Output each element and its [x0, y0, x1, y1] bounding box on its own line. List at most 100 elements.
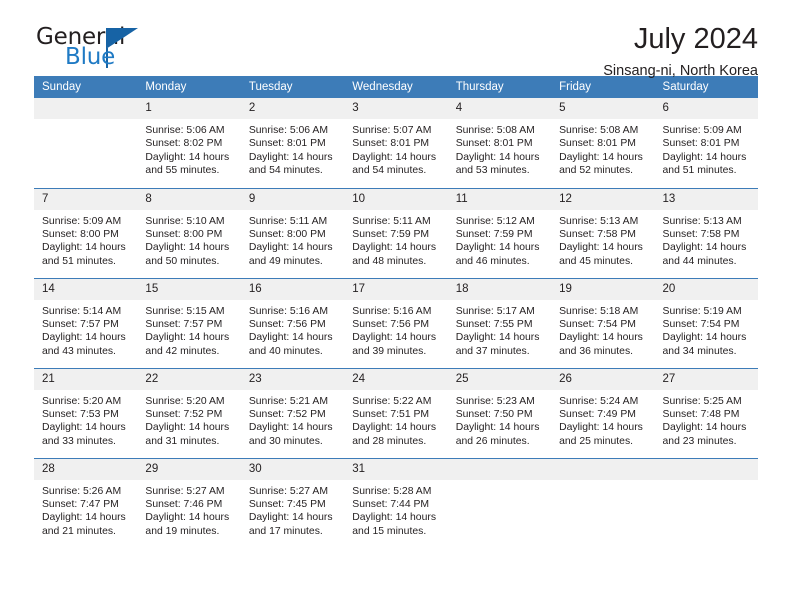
page-title: July 2024 [633, 23, 758, 55]
calendar-day-cell[interactable]: 14 Sunrise: 5:14 AM Sunset: 7:57 PM Dayligh… [34, 277, 138, 368]
daylight-text-line1: Daylight: 14 hours [145, 332, 230, 344]
sunrise-text: Sunrise: 5:19 AM [662, 305, 742, 317]
calendar-week-row: 1 Sunrise: 5:06 AM Sunset: 8:02 PM Daylight… [34, 98, 758, 188]
day-cell-content: 2 Sunrise: 5:06 AM Sunset: 8:01 PM Daylight… [240, 98, 345, 188]
day-number: 19 [551, 278, 655, 300]
day-number [551, 458, 655, 480]
daylight-text-line2: and 36 minutes. [559, 345, 634, 357]
calendar-day-cell[interactable]: 12 Sunrise: 5:13 AM Sunset: 7:58 PM Dayligh… [551, 187, 655, 278]
sunset-text: Sunset: 7:58 PM [559, 228, 636, 240]
day-details: Sunrise: 5:09 AM Sunset: 8:00 PM Daylight:… [34, 210, 137, 269]
sunrise-text: Sunrise: 5:14 AM [42, 305, 122, 317]
daylight-text-line1: Daylight: 14 hours [559, 242, 643, 254]
day-details: Sunrise: 5:19 AM Sunset: 7:54 PM Daylight:… [655, 300, 758, 359]
sunset-text: Sunset: 8:00 PM [42, 228, 119, 240]
day-details: Sunrise: 5:13 AM Sunset: 7:58 PM Daylight:… [551, 210, 654, 269]
day-cell-content: 28 Sunrise: 5:26 AM Sunset: 7:47 PM Dayligh… [34, 458, 138, 549]
sunrise-text: Sunrise: 5:20 AM [145, 395, 225, 407]
calendar-day-cell[interactable]: 20 Sunrise: 5:19 AM Sunset: 7:54 PM Dayligh… [654, 277, 758, 368]
sunrise-text: Sunrise: 5:26 AM [42, 485, 122, 497]
day-number: 23 [240, 368, 345, 390]
calendar-day-cell[interactable]: 31 Sunrise: 5:28 AM Sunset: 7:44 PM Dayligh… [344, 457, 448, 548]
day-cell-content: 21 Sunrise: 5:20 AM Sunset: 7:53 PM Dayligh… [34, 368, 138, 458]
daylight-text-line1: Daylight: 14 hours [559, 422, 643, 434]
sunrise-text: Sunrise: 5:10 AM [145, 215, 225, 227]
calendar-day-cell[interactable]: 29 Sunrise: 5:27 AM Sunset: 7:46 PM Dayligh… [137, 457, 241, 548]
daylight-text-line1: Daylight: 14 hours [352, 332, 437, 344]
sunset-text: Sunset: 7:56 PM [248, 318, 326, 330]
day-cell-content: 7 Sunrise: 5:09 AM Sunset: 8:00 PM Daylight… [34, 188, 138, 278]
sunrise-text: Sunrise: 5:08 AM [455, 125, 535, 136]
calendar-day-cell[interactable]: 23 Sunrise: 5:21 AM Sunset: 7:52 PM Dayligh… [240, 367, 345, 458]
calendar-day-cell[interactable]: 25 Sunrise: 5:23 AM Sunset: 7:50 PM Dayligh… [447, 367, 552, 458]
calendar-day-cell[interactable]: 15 Sunrise: 5:15 AM Sunset: 7:57 PM Dayligh… [137, 277, 241, 368]
sunset-text: Sunset: 7:54 PM [559, 318, 636, 330]
calendar-day-cell[interactable]: 17 Sunrise: 5:16 AM Sunset: 7:56 PM Dayligh… [344, 277, 448, 368]
sunset-text: Sunset: 8:01 PM [662, 138, 740, 150]
calendar-day-cell[interactable]: 22 Sunrise: 5:20 AM Sunset: 7:52 PM Dayligh… [137, 367, 241, 458]
sunset-text: Sunset: 8:01 PM [248, 138, 326, 150]
calendar-day-cell[interactable]: 11 Sunrise: 5:12 AM Sunset: 7:59 PM Dayligh… [447, 187, 552, 278]
daylight-text-line1: Daylight: 14 hours [455, 151, 540, 163]
calendar-day-cell[interactable]: 16 Sunrise: 5:16 AM Sunset: 7:56 PM Dayligh… [240, 277, 345, 368]
day-details: Sunrise: 5:27 AM Sunset: 7:46 PM Daylight:… [137, 480, 240, 539]
calendar-day-cell[interactable]: 26 Sunrise: 5:24 AM Sunset: 7:49 PM Dayligh… [551, 367, 655, 458]
daylight-text-line2: and 19 minutes. [145, 525, 220, 537]
daylight-text-line1: Daylight: 14 hours [145, 512, 230, 524]
calendar-day-cell[interactable]: 24 Sunrise: 5:22 AM Sunset: 7:51 PM Dayligh… [344, 367, 448, 458]
day-number: 15 [137, 278, 241, 300]
calendar-day-cell[interactable]: 7 Sunrise: 5:09 AM Sunset: 8:00 PM Daylight… [34, 187, 138, 278]
day-number: 24 [344, 368, 448, 390]
day-cell-content: 26 Sunrise: 5:24 AM Sunset: 7:49 PM Dayligh… [551, 368, 655, 458]
sunset-text: Sunset: 7:52 PM [145, 408, 223, 420]
day-number: 10 [344, 188, 448, 210]
sunrise-text: Sunrise: 5:24 AM [559, 395, 639, 407]
calendar-day-cell[interactable]: 3 Sunrise: 5:07 AM Sunset: 8:01 PM Daylight… [344, 98, 448, 188]
calendar-page: General Blue July 2024 Sinsang-ni, North… [0, 0, 792, 612]
calendar-day-cell[interactable]: 28 Sunrise: 5:26 AM Sunset: 7:47 PM Dayligh… [34, 457, 138, 549]
daylight-text-line2: and 34 minutes. [662, 345, 737, 357]
calendar-day-cell[interactable]: 6 Sunrise: 5:09 AM Sunset: 8:01 PM Daylight… [654, 98, 758, 188]
day-details: Sunrise: 5:13 AM Sunset: 7:58 PM Daylight:… [655, 210, 758, 269]
calendar-day-cell[interactable]: 27 Sunrise: 5:25 AM Sunset: 7:48 PM Dayligh… [654, 367, 758, 458]
day-number: 17 [344, 278, 448, 300]
daylight-text-line2: and 21 minutes. [42, 525, 116, 537]
calendar-day-cell[interactable]: 21 Sunrise: 5:20 AM Sunset: 7:53 PM Dayligh… [34, 367, 138, 458]
day-number: 20 [654, 278, 758, 300]
calendar-day-cell[interactable]: 13 Sunrise: 5:13 AM Sunset: 7:58 PM Dayligh… [654, 187, 758, 278]
calendar-day-cell[interactable]: 10 Sunrise: 5:11 AM Sunset: 7:59 PM Dayligh… [344, 187, 448, 278]
calendar-day-cell[interactable]: 8 Sunrise: 5:10 AM Sunset: 8:00 PM Daylight… [137, 187, 241, 278]
sunset-text: Sunset: 8:02 PM [145, 138, 223, 150]
daylight-text-line1: Daylight: 14 hours [145, 242, 230, 254]
sunrise-text: Sunrise: 5:06 AM [248, 125, 328, 136]
weekday-header-sunday: Sunday [34, 76, 138, 98]
daylight-text-line2: and 48 minutes. [352, 255, 427, 267]
daylight-text-line2: and 33 minutes. [42, 435, 116, 447]
calendar-day-cell[interactable]: 5 Sunrise: 5:08 AM Sunset: 8:01 PM Daylight… [551, 98, 655, 188]
daylight-text-line1: Daylight: 14 hours [42, 512, 126, 524]
sunrise-text: Sunrise: 5:08 AM [559, 125, 639, 136]
calendar-day-cell[interactable]: 1 Sunrise: 5:06 AM Sunset: 8:02 PM Daylight… [137, 98, 241, 188]
day-cell-content [551, 458, 655, 549]
daylight-text-line2: and 50 minutes. [145, 255, 220, 267]
general-blue-logo[interactable]: General Blue [34, 24, 154, 72]
day-details: Sunrise: 5:12 AM Sunset: 7:59 PM Daylight:… [448, 210, 551, 269]
sunrise-text: Sunrise: 5:16 AM [352, 305, 432, 317]
calendar-day-cell[interactable]: 19 Sunrise: 5:18 AM Sunset: 7:54 PM Dayligh… [551, 277, 655, 368]
calendar-day-cell[interactable]: 2 Sunrise: 5:06 AM Sunset: 8:01 PM Daylight… [240, 98, 345, 188]
calendar-week-row: 28 Sunrise: 5:26 AM Sunset: 7:47 PM Dayligh… [34, 457, 758, 549]
day-number: 7 [34, 188, 138, 210]
sunrise-text: Sunrise: 5:28 AM [352, 485, 432, 497]
calendar-day-cell[interactable]: 4 Sunrise: 5:08 AM Sunset: 8:01 PM Daylight… [447, 98, 552, 188]
daylight-text-line1: Daylight: 14 hours [248, 512, 333, 524]
calendar-day-cell[interactable]: 18 Sunrise: 5:17 AM Sunset: 7:55 PM Dayligh… [447, 277, 552, 368]
day-details: Sunrise: 5:18 AM Sunset: 7:54 PM Daylight:… [551, 300, 654, 359]
calendar-day-cell[interactable]: 9 Sunrise: 5:11 AM Sunset: 8:00 PM Daylight… [240, 187, 345, 278]
daylight-text-line1: Daylight: 14 hours [559, 332, 643, 344]
day-number: 30 [240, 458, 345, 480]
day-number: 25 [447, 368, 552, 390]
daylight-text-line1: Daylight: 14 hours [145, 151, 230, 163]
day-cell-content: 18 Sunrise: 5:17 AM Sunset: 7:55 PM Dayligh… [447, 278, 552, 368]
day-details: Sunrise: 5:08 AM Sunset: 8:01 PM Daylight:… [448, 119, 551, 178]
calendar-day-cell[interactable]: 30 Sunrise: 5:27 AM Sunset: 7:45 PM Dayligh… [240, 457, 345, 548]
